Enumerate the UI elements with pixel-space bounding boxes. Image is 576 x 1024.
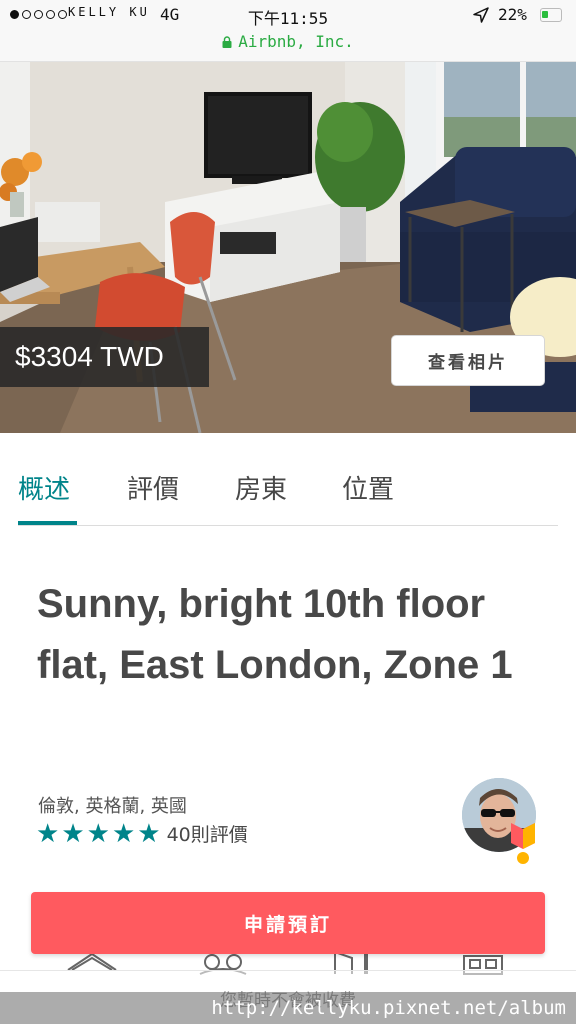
star-icon: ★ <box>36 818 60 849</box>
active-tab-indicator <box>18 521 77 525</box>
battery-icon <box>540 8 562 22</box>
star-icon: ★ <box>111 818 136 849</box>
view-photos-button[interactable]: 查看相片 <box>391 335 545 386</box>
status-bar: KELLY KU 4G 下午11:55 22% Airbnb, Inc. <box>0 0 576 62</box>
star-icon: ★ <box>86 818 110 849</box>
listing-location: 倫敦, 英格蘭, 英國 <box>38 796 187 817</box>
listing-photo[interactable]: $3304 TWD 查看相片 <box>0 62 576 433</box>
star-rating[interactable]: ★ ★ ★ ★ ★ 40則評價 <box>36 820 248 847</box>
section-tabs: 概述 評價 房東 位置 <box>18 433 558 526</box>
location-arrow-icon <box>473 7 489 23</box>
tab-host[interactable]: 房東 <box>235 469 287 506</box>
watermark: http://kellyku.pixnet.net/album <box>0 992 576 1024</box>
tab-overview[interactable]: 概述 <box>18 469 70 506</box>
star-icon: ★ <box>137 818 161 849</box>
request-to-book-button[interactable]: 申請預訂 <box>31 892 545 954</box>
lock-icon <box>222 35 232 48</box>
superhost-badge-icon <box>511 823 535 864</box>
tab-reviews[interactable]: 評價 <box>127 469 179 506</box>
battery-percent: 22% <box>498 5 527 24</box>
review-count[interactable]: 40則評價 <box>167 820 248 847</box>
price-tag: $3304 TWD <box>0 327 209 387</box>
star-icon: ★ <box>61 818 85 849</box>
tab-location[interactable]: 位置 <box>342 469 394 506</box>
url-text: Airbnb, Inc. <box>238 32 354 51</box>
address-bar[interactable]: Airbnb, Inc. <box>0 32 576 51</box>
listing-title: Sunny, bright 10th floor flat, East Lond… <box>37 582 513 687</box>
